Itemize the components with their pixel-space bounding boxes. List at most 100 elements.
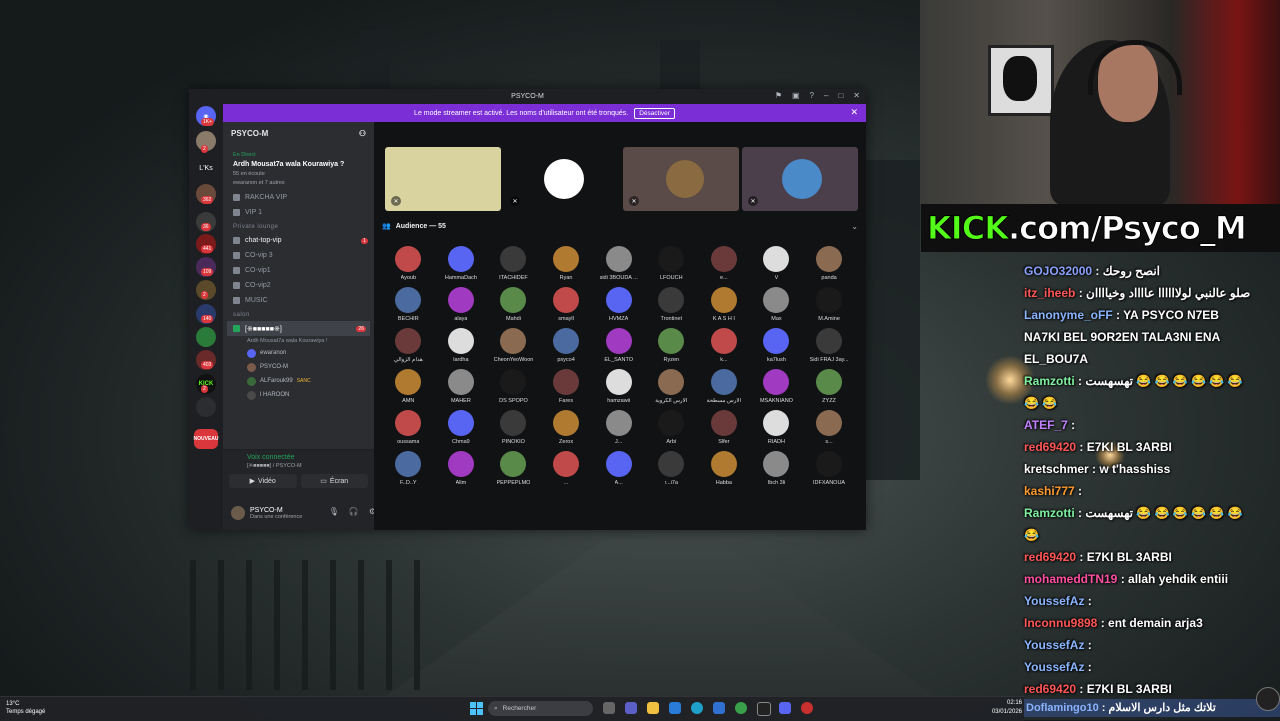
audience-member[interactable]: HVMZA bbox=[592, 287, 645, 322]
audience-member[interactable]: F..D..Y bbox=[382, 451, 435, 486]
audience-member[interactable]: s... bbox=[803, 410, 856, 445]
live-stage-card[interactable]: En Direct Ardh Mousat7a wala Kourawiya ?… bbox=[229, 148, 368, 190]
obs-icon[interactable] bbox=[757, 702, 771, 716]
headphones-icon[interactable]: 🎧 bbox=[349, 507, 359, 516]
channel-co-vip2[interactable]: CO-vip2 bbox=[223, 278, 374, 293]
audience-member[interactable]: oussama bbox=[382, 410, 435, 445]
microphone-icon[interactable]: 🎙 bbox=[329, 507, 339, 516]
audience-member[interactable]: ITACHIDEF bbox=[487, 246, 540, 281]
channel-music[interactable]: MUSIC bbox=[223, 293, 374, 308]
picture-in-picture-icon[interactable]: ▣ bbox=[792, 91, 800, 100]
audience-member[interactable]: Ryzen bbox=[645, 328, 698, 363]
audience-member[interactable]: IDFXANOUA bbox=[803, 451, 856, 486]
channel-co-vip1[interactable]: CO-vip1 bbox=[223, 263, 374, 278]
inbox-icon[interactable]: ⚑ bbox=[775, 91, 782, 100]
audience-member[interactable]: J... bbox=[592, 410, 645, 445]
audience-member[interactable]: HammaDach bbox=[435, 246, 488, 281]
maximize-button[interactable]: □ bbox=[838, 91, 843, 100]
stage-user[interactable]: l HAROON bbox=[223, 388, 374, 402]
new-server-badge[interactable]: NOUVEAU bbox=[194, 429, 219, 449]
audience-member[interactable]: ZYZZ bbox=[803, 369, 856, 404]
add-member-icon[interactable]: ⚇ bbox=[359, 129, 366, 138]
video-button[interactable]: ▶ Vidéo bbox=[229, 474, 297, 488]
audience-member[interactable]: EL_SANTO bbox=[592, 328, 645, 363]
server-lks[interactable]: L'Ks bbox=[196, 158, 216, 178]
help-icon[interactable]: ? bbox=[810, 91, 814, 100]
audience-member[interactable]: K A S H I bbox=[698, 287, 751, 322]
audience-member[interactable]: Sidi FRAJ 3ay... bbox=[803, 328, 856, 363]
channel-rakcha-vip[interactable]: RAKCHA VIP bbox=[223, 190, 374, 205]
system-clock[interactable]: 02:16 03/01/2026 bbox=[992, 699, 1024, 717]
audience-member[interactable]: CheonYeoWoon bbox=[487, 328, 540, 363]
audience-member[interactable]: Slfer bbox=[698, 410, 751, 445]
audience-member[interactable]: e... bbox=[698, 246, 751, 281]
category-salon[interactable]: salon bbox=[223, 308, 374, 321]
audience-member[interactable]: Ayoub bbox=[382, 246, 435, 281]
audience-member[interactable]: Alim bbox=[435, 451, 488, 486]
channel-active-stage[interactable]: [※■■■■■※] 26 bbox=[227, 321, 370, 336]
stage-user[interactable]: ALFarouk99 SANC bbox=[223, 374, 374, 388]
audience-member[interactable]: Mahdi bbox=[487, 287, 540, 322]
minimize-button[interactable]: – bbox=[824, 91, 828, 100]
banner-close-icon[interactable]: ✕ bbox=[850, 107, 858, 118]
edge-icon[interactable] bbox=[691, 702, 703, 714]
audience-member[interactable]: LFOUCH bbox=[645, 246, 698, 281]
audience-member[interactable]: هدام الزوالي bbox=[382, 328, 435, 363]
weather-widget[interactable]: 13°C Temps dégagé bbox=[6, 700, 45, 716]
audience-member[interactable]: MAHER bbox=[435, 369, 488, 404]
teams-icon[interactable] bbox=[625, 702, 637, 714]
audience-member[interactable]: panda bbox=[803, 246, 856, 281]
file-explorer-icon[interactable] bbox=[647, 702, 659, 714]
mail-icon[interactable] bbox=[713, 702, 725, 714]
taskview-icon[interactable] bbox=[603, 702, 615, 714]
speaker-tile[interactable]: ✕ bbox=[504, 147, 620, 211]
search-box[interactable]: ⌕ Rechercher bbox=[488, 701, 593, 716]
audience-member[interactable]: k... bbox=[698, 328, 751, 363]
stage-user[interactable]: PSYCO-M bbox=[223, 360, 374, 374]
audience-member[interactable]: smayll bbox=[540, 287, 593, 322]
audience-member[interactable]: lardha bbox=[435, 328, 488, 363]
outlook-icon[interactable] bbox=[669, 702, 681, 714]
user-avatar[interactable] bbox=[231, 506, 245, 520]
audience-member[interactable]: DS SPOPO bbox=[487, 369, 540, 404]
category-private-lounge[interactable]: Private lounge bbox=[223, 220, 374, 233]
server-icon[interactable] bbox=[196, 327, 216, 347]
audience-member[interactable]: PINOKIO bbox=[487, 410, 540, 445]
start-button[interactable] bbox=[470, 702, 483, 715]
close-button[interactable]: ✕ bbox=[853, 91, 860, 100]
channel-vip-1[interactable]: VIP 1 bbox=[223, 205, 374, 220]
audience-member[interactable]: ... bbox=[540, 451, 593, 486]
screen-share-button[interactable]: ▭ Écran bbox=[300, 474, 368, 488]
audience-member[interactable]: Arbi bbox=[645, 410, 698, 445]
server-header[interactable]: PSYCO-M ⚇ bbox=[223, 122, 374, 144]
channel-co-vip-3[interactable]: CO-vip 3 bbox=[223, 248, 374, 263]
audience-member[interactable]: sidi 3BOUDA ... bbox=[592, 246, 645, 281]
audience-member[interactable]: psyco4 bbox=[540, 328, 593, 363]
chevron-down-icon[interactable]: ⌄ bbox=[851, 222, 858, 231]
audience-member[interactable]: AMN bbox=[382, 369, 435, 404]
audience-member[interactable]: MSAKNIANO bbox=[750, 369, 803, 404]
stage-user[interactable]: ewaranon bbox=[223, 346, 374, 360]
audience-member[interactable]: A... bbox=[592, 451, 645, 486]
audience-member[interactable]: RIADH bbox=[750, 410, 803, 445]
channel-chat-top-vip[interactable]: chat-top-vip 1 bbox=[223, 233, 374, 248]
audience-member[interactable]: ka7lush bbox=[750, 328, 803, 363]
speaker-tile[interactable]: ✕ bbox=[385, 147, 501, 211]
audience-member[interactable]: الأرس الكروية bbox=[645, 369, 698, 404]
audience-member[interactable]: hamzawii bbox=[592, 369, 645, 404]
audience-member[interactable]: BECHIR bbox=[382, 287, 435, 322]
audience-member[interactable]: Habba bbox=[698, 451, 751, 486]
audience-member[interactable]: M.Amine bbox=[803, 287, 856, 322]
audience-member[interactable]: Zerox bbox=[540, 410, 593, 445]
disable-streamer-button[interactable]: Désactiver bbox=[634, 107, 675, 119]
audience-member[interactable]: Trontinet bbox=[645, 287, 698, 322]
audience-member[interactable]: Ibch 3li bbox=[750, 451, 803, 486]
audience-member[interactable]: الأرس مسطحة bbox=[698, 369, 751, 404]
audience-member[interactable]: r...i7a bbox=[645, 451, 698, 486]
audience-member[interactable]: Ryan bbox=[540, 246, 593, 281]
discord-icon[interactable] bbox=[779, 702, 791, 714]
audience-member[interactable]: Max bbox=[750, 287, 803, 322]
server-icon[interactable] bbox=[196, 397, 216, 417]
chrome-icon[interactable] bbox=[735, 702, 747, 714]
speaker-tile[interactable]: ✕ bbox=[742, 147, 858, 211]
